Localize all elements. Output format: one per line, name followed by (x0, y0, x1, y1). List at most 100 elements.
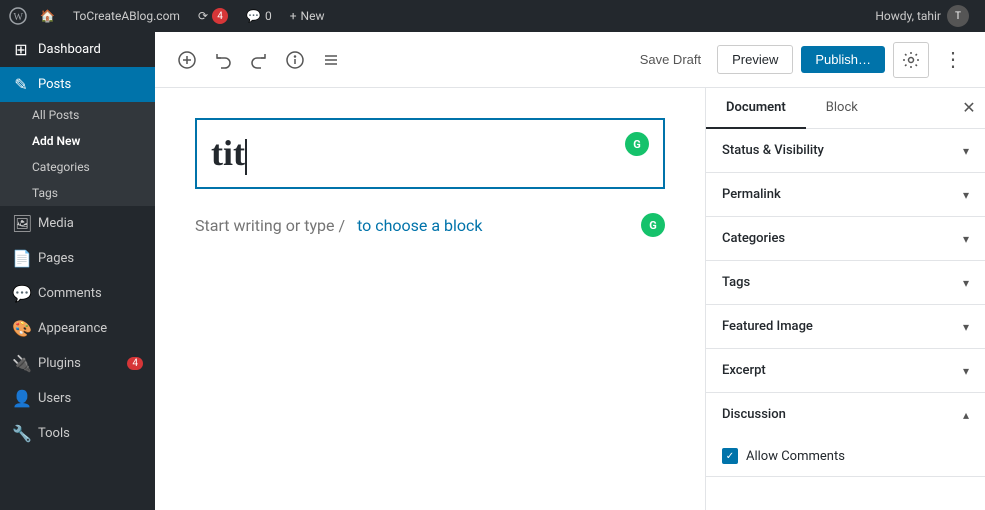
admin-bar-home[interactable]: 🏠 (34, 0, 61, 32)
users-icon: 👤 (12, 389, 30, 408)
sidebar-label-users: Users (38, 391, 71, 406)
allow-comments-row: Allow Comments (722, 448, 969, 464)
sidebar-item-add-new[interactable]: Add New (0, 128, 155, 154)
section-excerpt-header[interactable]: Excerpt ▾ (706, 349, 985, 392)
comments-count: 0 (265, 9, 272, 23)
section-featured-image-header[interactable]: Featured Image ▾ (706, 305, 985, 348)
right-panel: Document Block ✕ Status & Visibility ▾ P… (705, 88, 985, 510)
sidebar-label-tools: Tools (38, 426, 70, 441)
panel-tabs: Document Block ✕ (706, 88, 985, 129)
publish-button[interactable]: Publish… (801, 46, 885, 73)
main-layout: ⊞ Dashboard ✎ Posts All Posts Add New Ca… (0, 32, 985, 510)
section-excerpt: Excerpt ▾ (706, 349, 985, 393)
sidebar-item-posts[interactable]: ✎ Posts (0, 67, 155, 102)
sidebar-label-posts: Posts (38, 77, 71, 92)
grammarly-button-2[interactable]: G (641, 213, 665, 237)
sidebar-item-appearance[interactable]: 🎨 Appearance (0, 311, 155, 346)
allow-comments-checkbox[interactable] (722, 448, 738, 464)
chevron-down-icon: ▾ (963, 144, 969, 158)
section-categories-header[interactable]: Categories ▾ (706, 217, 985, 260)
dashboard-icon: ⊞ (12, 40, 30, 59)
chevron-down-icon-3: ▾ (963, 232, 969, 246)
chevron-down-icon-5: ▾ (963, 320, 969, 334)
admin-bar-right: Howdy, tahir T (867, 5, 977, 27)
section-featured-image: Featured Image ▾ (706, 305, 985, 349)
updates-icon: ⟳ (198, 9, 208, 23)
sidebar-item-tools[interactable]: 🔧 Tools (0, 416, 155, 451)
save-draft-button[interactable]: Save Draft (632, 46, 709, 73)
section-status-header[interactable]: Status & Visibility ▾ (706, 129, 985, 172)
section-categories: Categories ▾ (706, 217, 985, 261)
sidebar-label-appearance: Appearance (38, 321, 107, 336)
tools-icon: 🔧 (12, 424, 30, 443)
sidebar-item-categories[interactable]: Categories (0, 154, 155, 180)
title-input[interactable]: tit (211, 132, 247, 175)
sidebar-item-tags[interactable]: Tags (0, 180, 155, 206)
chevron-down-icon-2: ▾ (963, 188, 969, 202)
toolbar-right: Save Draft Preview Publish… ⋮ (632, 42, 969, 78)
admin-bar-site[interactable]: ToCreateABlog.com (67, 0, 186, 32)
section-permalink-header[interactable]: Permalink ▾ (706, 173, 985, 216)
admin-bar-comments[interactable]: 💬 0 (240, 0, 278, 32)
home-icon: 🏠 (40, 9, 55, 23)
choose-block-link[interactable]: to choose a block (357, 216, 482, 235)
all-posts-label: All Posts (32, 108, 79, 122)
sidebar-label-media: Media (38, 216, 74, 231)
section-featured-image-label: Featured Image (722, 319, 813, 334)
chevron-down-icon-6: ▾ (963, 364, 969, 378)
title-block[interactable]: tit G (195, 118, 665, 189)
editor-toolbar: Save Draft Preview Publish… ⋮ (155, 32, 985, 88)
plugins-icon: 🔌 (12, 354, 30, 373)
section-discussion-header[interactable]: Discussion ▴ (706, 393, 985, 436)
tab-block[interactable]: Block (806, 88, 878, 129)
tags-label: Tags (32, 186, 58, 200)
allow-comments-label: Allow Comments (746, 449, 845, 464)
sidebar-item-comments[interactable]: 💬 Comments (0, 276, 155, 311)
info-button[interactable] (279, 44, 311, 76)
categories-label: Categories (32, 160, 90, 174)
grammarly-button[interactable]: G (625, 132, 649, 156)
plugins-badge: 4 (127, 357, 143, 370)
add-block-button[interactable] (171, 44, 203, 76)
redo-button[interactable] (243, 44, 275, 76)
sidebar-label-pages: Pages (38, 251, 74, 266)
admin-bar: W 🏠 ToCreateABlog.com ⟳ 4 💬 0 + New Howd… (0, 0, 985, 32)
list-view-button[interactable] (315, 44, 347, 76)
undo-button[interactable] (207, 44, 239, 76)
panel-close-button[interactable]: ✕ (953, 92, 985, 124)
pages-icon: 📄 (12, 249, 30, 268)
add-new-label: Add New (32, 134, 80, 148)
section-categories-label: Categories (722, 231, 785, 246)
sidebar-item-pages[interactable]: 📄 Pages (0, 241, 155, 276)
section-tags-header[interactable]: Tags ▾ (706, 261, 985, 304)
comments-icon: 💬 (246, 9, 261, 23)
placeholder-text: Start writing or type / (195, 216, 345, 235)
section-status-visibility: Status & Visibility ▾ (706, 129, 985, 173)
tab-document[interactable]: Document (706, 88, 806, 129)
chevron-down-icon-4: ▾ (963, 276, 969, 290)
sidebar-item-media[interactable]: 🖼 Media (0, 206, 155, 241)
sidebar: ⊞ Dashboard ✎ Posts All Posts Add New Ca… (0, 32, 155, 510)
admin-bar-new[interactable]: + New (284, 0, 331, 32)
section-permalink: Permalink ▾ (706, 173, 985, 217)
editor-area: Save Draft Preview Publish… ⋮ (155, 32, 985, 510)
content-area[interactable]: Start writing or type / to choose a bloc… (195, 205, 665, 245)
sidebar-item-all-posts[interactable]: All Posts (0, 102, 155, 128)
preview-button[interactable]: Preview (717, 45, 793, 74)
sidebar-item-users[interactable]: 👤 Users (0, 381, 155, 416)
wp-logo[interactable]: W (8, 6, 28, 26)
more-options-button[interactable]: ⋮ (937, 44, 969, 76)
text-cursor (245, 139, 247, 175)
writing-area[interactable]: tit G Start writing or type / to choose … (155, 88, 705, 510)
admin-bar-updates[interactable]: ⟳ 4 (192, 0, 234, 32)
sidebar-label-comments: Comments (38, 286, 102, 301)
section-status-label: Status & Visibility (722, 143, 824, 158)
howdy-section[interactable]: Howdy, tahir T (867, 5, 977, 27)
sidebar-item-plugins[interactable]: 🔌 Plugins 4 (0, 346, 155, 381)
svg-text:W: W (14, 12, 24, 23)
sidebar-label-plugins: Plugins (38, 356, 81, 371)
sidebar-item-dashboard[interactable]: ⊞ Dashboard (0, 32, 155, 67)
section-tags: Tags ▾ (706, 261, 985, 305)
settings-button[interactable] (893, 42, 929, 78)
section-discussion: Discussion ▴ Allow Comments (706, 393, 985, 477)
